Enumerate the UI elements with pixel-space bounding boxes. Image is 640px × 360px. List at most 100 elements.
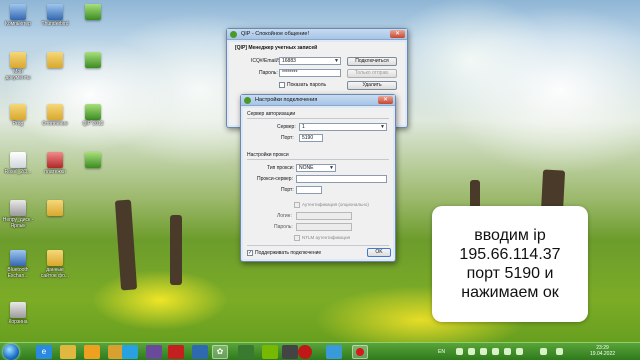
ntlm-checkbox[interactable]	[294, 235, 300, 241]
clock-date: 19.04.2022	[590, 351, 616, 357]
desktop-icon-bluetooth[interactable]: Bluetooth Exchan...	[1, 250, 35, 279]
thunderbird-icon	[47, 4, 63, 20]
desktop-icon-prog[interactable]: Prog	[1, 104, 35, 127]
desktop-icon-heating[interactable]: Отопление	[38, 104, 72, 127]
clock[interactable]: 23:29 19.04.2022	[590, 345, 615, 357]
start-button[interactable]	[3, 344, 19, 360]
folder-icon	[10, 52, 26, 68]
ntlm-label: NTLM аутентификация	[302, 235, 351, 240]
desktop-icon-docs[interactable]: Мои документы	[1, 52, 35, 81]
delete-button[interactable]: Удалить	[347, 81, 397, 90]
close-icon[interactable]: ✕	[378, 96, 393, 104]
language-indicator[interactable]: EN	[438, 349, 445, 355]
document-icon	[47, 152, 63, 168]
instruction-note: вводим ip 195.66.114.37 порт 5190 и нажи…	[432, 206, 588, 322]
folder-icon	[47, 52, 63, 68]
show-password-checkbox[interactable]	[279, 82, 285, 88]
note-line: нажимаем ок	[461, 284, 559, 301]
tray-icon[interactable]	[480, 348, 487, 355]
proxy-type-select[interactable]: NONE ▼	[296, 164, 336, 172]
bluetooth-icon	[10, 250, 26, 266]
tray-icon[interactable]	[468, 348, 475, 355]
desktop-icon-folder[interactable]	[38, 52, 72, 69]
desktop-icon-app-2[interactable]	[76, 52, 110, 69]
server-combobox[interactable]: 1 ▼	[299, 123, 387, 131]
desktop-icon-flowers[interactable]	[76, 152, 110, 169]
port-input[interactable]: 5190	[299, 134, 323, 142]
ok-button[interactable]: OK	[367, 248, 391, 257]
divider	[247, 118, 389, 119]
desktop-icon-app[interactable]	[76, 4, 110, 21]
proxy-type-label: Тип прокси:	[267, 165, 294, 171]
note-line: порт 5190 и	[466, 265, 554, 282]
volume-icon[interactable]	[540, 348, 547, 355]
only-send-button[interactable]: Только отправ.	[347, 69, 397, 78]
desktop-icon-site-data[interactable]: данные сайтов фо...	[38, 250, 72, 279]
ie-icon[interactable]: e	[36, 345, 52, 359]
flower-icon	[85, 152, 101, 168]
app-icon[interactable]	[238, 345, 254, 359]
keepalive-checkbox[interactable]: ✓	[247, 250, 253, 256]
proxy-port-input[interactable]	[296, 186, 322, 194]
desktop-icon-thunderbird[interactable]: Thunderbird	[38, 4, 72, 27]
port-label: Порт:	[281, 135, 294, 141]
proxy-server-input[interactable]	[296, 175, 387, 183]
app-icon[interactable]	[192, 345, 208, 359]
desktop-icon-computer[interactable]: Компьютер	[1, 4, 35, 27]
skype-icon[interactable]	[122, 345, 138, 359]
proxy-login-label: Логин:	[277, 213, 292, 219]
qip-taskbar-button[interactable]: ✿	[212, 345, 228, 359]
tree-trunk	[114, 199, 138, 291]
desktop-icon-recycle[interactable]: Корзина	[1, 302, 35, 325]
app-icon	[85, 52, 101, 68]
desktop-icon-qip[interactable]: QIP 2012	[76, 104, 110, 127]
auth-optional-label: Аутентификация (опционально)	[302, 202, 369, 207]
tray-icon[interactable]	[516, 348, 523, 355]
media-player-icon[interactable]	[84, 345, 100, 359]
login-value: 16883	[282, 58, 296, 64]
explorer-icon[interactable]	[60, 345, 76, 359]
network-icon[interactable]	[556, 348, 563, 355]
divider	[247, 159, 389, 160]
dialog-titlebar[interactable]: Настройки подключения ✕	[241, 95, 395, 106]
dialog-body: Сервер авторизации Сервер: 1 ▼ Порт: 519…	[243, 108, 393, 259]
desktop-icon-disk[interactable]: Непру_диск - Ярлык	[1, 200, 35, 229]
proxy-password-input[interactable]	[296, 223, 352, 231]
taskbar: e ✿ EN 23:29 19.04.2022	[0, 342, 640, 360]
app-icon[interactable]	[146, 345, 162, 359]
keepalive-label: Поддерживать подключение	[255, 250, 322, 256]
record-icon[interactable]	[298, 345, 312, 359]
desktop-icon-rosel[interactable]: Rosel_2/3...	[1, 152, 35, 175]
tree-trunk	[170, 215, 182, 285]
proxy-login-input[interactable]	[296, 212, 352, 220]
tray-icon[interactable]	[504, 348, 511, 355]
divider	[247, 245, 389, 246]
tray-icon[interactable]	[492, 348, 499, 355]
connection-settings-dialog: Настройки подключения ✕ Сервер авторизац…	[240, 94, 396, 262]
folder-icon	[47, 200, 63, 216]
password-label: Пароль:	[259, 70, 278, 76]
recorder-taskbar-button[interactable]	[352, 345, 368, 359]
connect-button[interactable]: Подключиться	[347, 57, 397, 66]
login-combobox[interactable]: 16883 ▼	[279, 57, 341, 65]
account-manager-heading: [QIP] Менеджер учетных записей	[235, 45, 318, 51]
qip-window-title: QIP - Спокойное общение!	[241, 31, 309, 37]
qip-titlebar[interactable]: QIP - Спокойное общение! ✕	[227, 29, 407, 40]
tray-icon[interactable]	[456, 348, 463, 355]
shortcut-icon	[10, 200, 26, 216]
desktop-icon-payments[interactable]: платежки	[38, 152, 72, 175]
close-icon[interactable]: ✕	[390, 30, 405, 38]
note-line: вводим ip	[474, 227, 546, 244]
qip-flower-icon	[244, 97, 251, 104]
opera-icon[interactable]	[168, 345, 184, 359]
folder-icon	[47, 250, 63, 266]
nvidia-icon[interactable]	[262, 345, 278, 359]
qip-flower-icon	[230, 31, 237, 38]
desktop-icon-folder-2[interactable]	[38, 200, 72, 217]
auth-optional-checkbox[interactable]	[294, 202, 300, 208]
document-icon	[10, 152, 26, 168]
chevron-down-icon: ▼	[329, 165, 334, 171]
password-input[interactable]: ********	[279, 69, 341, 77]
app-icon[interactable]	[326, 345, 342, 359]
app-icon[interactable]	[282, 345, 298, 359]
